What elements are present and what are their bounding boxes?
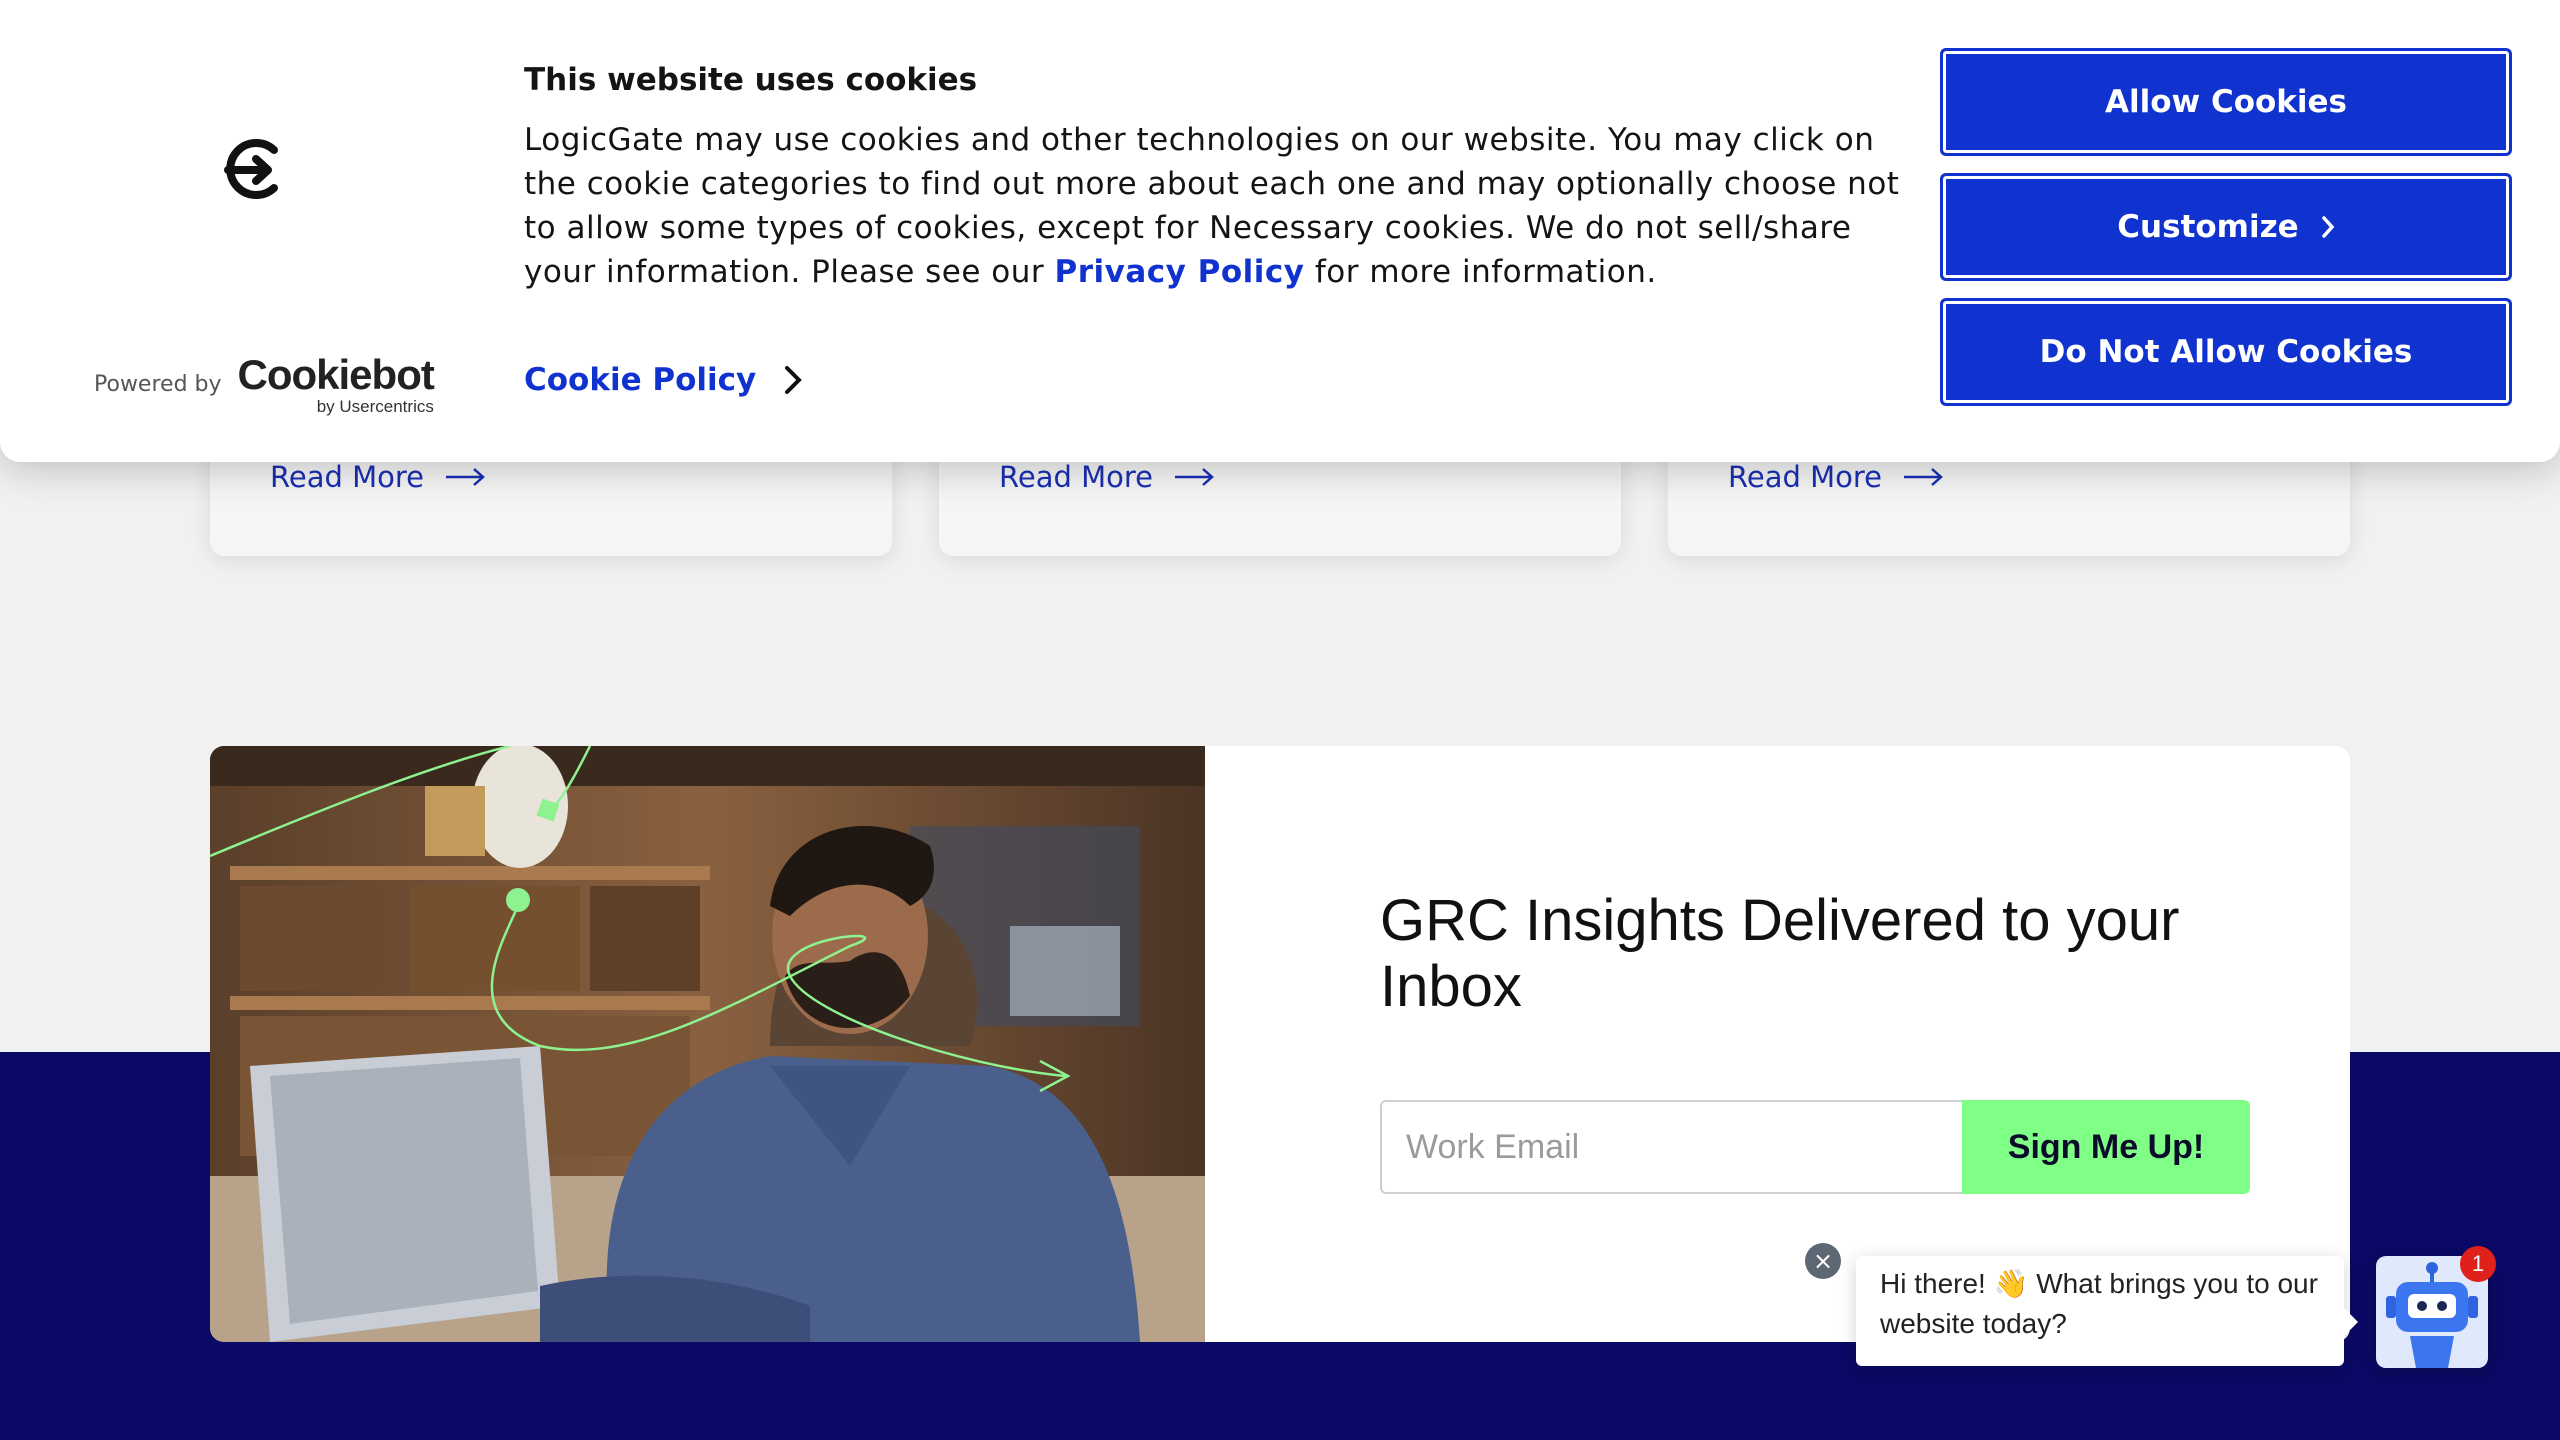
cookiebot-sub-text: by Usercentrics — [316, 397, 434, 416]
work-email-input[interactable] — [1380, 1100, 1962, 1194]
cookie-policy-link[interactable]: Cookie Policy — [524, 362, 803, 398]
sign-me-up-button[interactable]: Sign Me Up! — [1962, 1100, 2250, 1194]
do-not-allow-cookies-button[interactable]: Do Not Allow Cookies — [1940, 298, 2512, 406]
allow-cookies-button[interactable]: Allow Cookies — [1940, 48, 2512, 156]
man-with-laptop-photo — [210, 746, 1205, 1342]
logicgate-logo-icon — [224, 139, 278, 199]
read-more-link[interactable]: Read More — [1728, 460, 1944, 494]
cookie-consent-banner: Powered by Cookiebot by Usercentrics Thi… — [0, 0, 2560, 462]
close-icon: × — [1812, 1247, 1834, 1275]
chevron-right-icon — [2321, 216, 2335, 238]
cookiebot-brand-text: Cookiebot — [237, 351, 435, 398]
cookiebot-logo: Cookiebot by Usercentrics — [237, 351, 435, 416]
powered-by-cookiebot[interactable]: Powered by Cookiebot by Usercentrics — [94, 351, 435, 416]
do-not-allow-label: Do Not Allow Cookies — [2039, 334, 2413, 370]
chat-notification-badge: 1 — [2460, 1246, 2496, 1282]
newsletter-signup: GRC Insights Delivered to your Inbox Sig… — [210, 746, 2350, 1342]
cookie-banner-title: This website uses cookies — [524, 62, 978, 98]
cookie-banner-text: LogicGate may use cookies and other tech… — [524, 118, 1904, 294]
arrow-right-icon — [1903, 468, 1943, 486]
read-more-label: Read More — [270, 460, 424, 494]
customize-button[interactable]: Customize — [1940, 173, 2512, 281]
cookie-policy-label: Cookie Policy — [524, 362, 757, 398]
chat-greeting-bubble[interactable]: Hi there! 👋 What brings you to our websi… — [1856, 1256, 2358, 1366]
chat-close-button[interactable]: × — [1805, 1243, 1841, 1279]
arrow-right-icon — [445, 468, 485, 486]
cookie-text-part-2: for more information. — [1304, 254, 1657, 290]
privacy-policy-link[interactable]: Privacy Policy — [1055, 254, 1305, 290]
chat-greeting-text: Hi there! 👋 What brings you to our websi… — [1880, 1268, 2318, 1339]
read-more-link[interactable]: Read More — [270, 460, 486, 494]
signup-title: GRC Insights Delivered to your Inbox — [1380, 888, 2180, 1019]
read-more-label: Read More — [999, 460, 1153, 494]
read-more-link[interactable]: Read More — [999, 460, 1215, 494]
powered-by-label: Powered by — [94, 372, 222, 397]
read-more-label: Read More — [1728, 460, 1882, 494]
customize-label: Customize — [2117, 209, 2299, 245]
arrow-right-icon — [1174, 468, 1214, 486]
allow-cookies-label: Allow Cookies — [2104, 84, 2348, 120]
chevron-right-icon — [785, 366, 803, 394]
